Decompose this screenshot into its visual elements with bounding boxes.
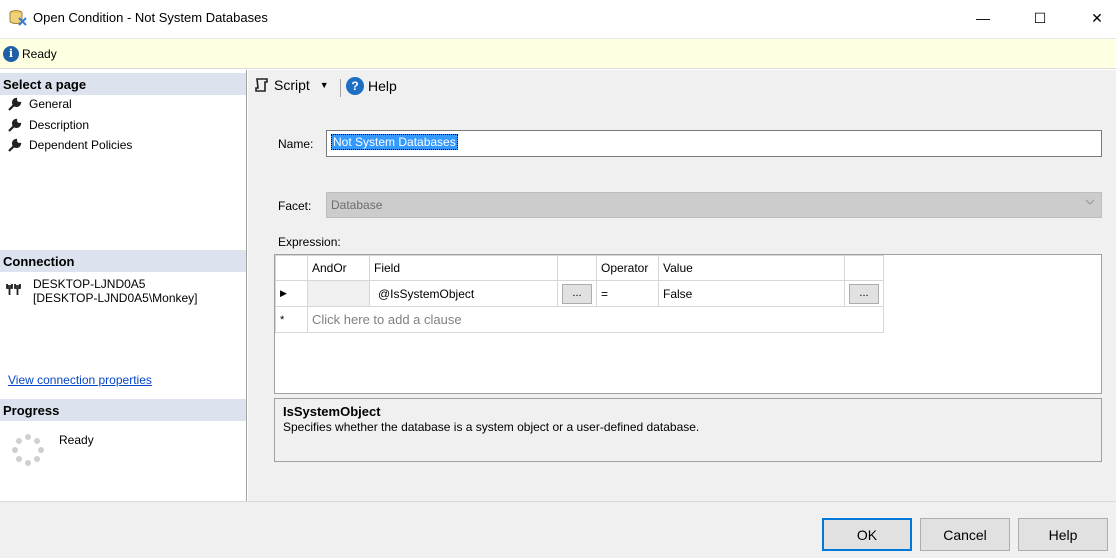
cell-value-btn: ... [844, 280, 884, 307]
description-panel: IsSystemObject Specifies whether the dat… [274, 398, 1102, 462]
expression-label: Expression: [278, 235, 341, 249]
name-value: Not System Databases [331, 134, 458, 150]
help-toolbar-button[interactable]: ? Help [346, 77, 397, 95]
script-button[interactable]: Script ▼ [254, 77, 329, 93]
connection-user: [DESKTOP-LJND0A5\Monkey] [33, 291, 198, 305]
cell-andor[interactable] [307, 280, 370, 307]
connection-info: DESKTOP-LJND0A5 [DESKTOP-LJND0A5\Monkey] [33, 277, 198, 305]
window-title: Open Condition - Not System Databases [33, 10, 268, 25]
cell-operator[interactable]: = [596, 280, 659, 307]
minimize-icon: — [976, 10, 990, 26]
close-icon: ✕ [1091, 9, 1103, 26]
cancel-button[interactable]: Cancel [920, 518, 1010, 551]
table-row[interactable]: ▶ @IsSystemObject ... = False ... [275, 280, 884, 307]
new-row[interactable]: * Click here to add a clause [275, 306, 884, 333]
left-pane: Select a page General Description Depend… [0, 70, 247, 501]
status-text: Ready [22, 47, 57, 61]
status-bar: i Ready [0, 38, 1116, 69]
cell-field-btn: ... [557, 280, 597, 307]
add-clause-cell[interactable]: Click here to add a clause [307, 306, 884, 333]
maximize-button[interactable]: ☐ [1017, 0, 1063, 36]
description-body: Specifies whether the database is a syst… [283, 420, 700, 434]
maximize-icon: ☐ [1033, 9, 1047, 26]
expression-table: AndOr Field Operator Value ▶ @IsSystemOb… [275, 255, 884, 333]
title-bar: Open Condition - Not System Databases — … [0, 0, 1116, 38]
toolbar: Script ▼ ? Help [248, 70, 1116, 104]
view-connection-properties-link[interactable]: View connection properties [8, 373, 152, 387]
progress-spinner-icon [12, 434, 44, 466]
cell-value[interactable]: False [658, 280, 845, 307]
policy-condition-icon [9, 10, 27, 26]
help-label: Help [368, 78, 397, 94]
facet-value: Database [331, 198, 383, 212]
progress-header: Progress [0, 399, 246, 421]
chevron-down-icon: ▼ [319, 80, 329, 90]
page-item-general[interactable]: General [7, 97, 72, 111]
toolbar-separator [340, 79, 341, 97]
wrench-icon [8, 118, 22, 132]
chevron-down-icon [1085, 199, 1095, 205]
page-item-description[interactable]: Description [7, 118, 89, 132]
field-ellipsis-button[interactable]: ... [562, 283, 592, 304]
progress-status: Ready [59, 433, 94, 447]
select-page-header: Select a page [0, 73, 246, 95]
grid-header-row: AndOr Field Operator Value [275, 255, 884, 281]
expression-grid: AndOr Field Operator Value ▶ @IsSystemOb… [274, 254, 1102, 394]
page-item-dependent-policies[interactable]: Dependent Policies [7, 138, 132, 152]
script-icon [255, 78, 268, 92]
name-label: Name: [278, 137, 314, 151]
description-title: IsSystemObject [283, 404, 381, 419]
page-item-label: General [29, 97, 72, 111]
wrench-icon [8, 138, 22, 152]
server-connection-icon [6, 284, 21, 295]
name-field[interactable]: Not System Databases [326, 130, 1102, 157]
ok-button[interactable]: OK [822, 518, 912, 551]
script-label: Script [274, 77, 310, 93]
facet-label: Facet: [278, 199, 312, 213]
header-field-btn [557, 255, 597, 281]
header-field[interactable]: Field [369, 255, 558, 281]
wrench-icon [8, 97, 22, 111]
info-icon: i [3, 46, 19, 62]
value-ellipsis-button[interactable]: ... [849, 283, 879, 304]
page-item-label: Description [29, 118, 90, 132]
header-value[interactable]: Value [658, 255, 845, 281]
cell-field[interactable]: @IsSystemObject [369, 280, 558, 307]
close-button[interactable]: ✕ [1074, 0, 1116, 36]
page-item-label: Dependent Policies [29, 138, 133, 152]
header-andor[interactable]: AndOr [307, 255, 370, 281]
row-header-cell [275, 255, 308, 281]
minimize-button[interactable]: — [960, 0, 1006, 36]
connection-header: Connection [0, 250, 246, 272]
row-indicator: ▶ [275, 280, 308, 307]
header-value-btn [844, 255, 884, 281]
connection-server: DESKTOP-LJND0A5 [33, 277, 146, 291]
help-icon: ? [346, 77, 364, 95]
header-operator[interactable]: Operator [596, 255, 659, 281]
new-row-indicator: * [275, 306, 308, 333]
facet-dropdown[interactable]: Database [326, 192, 1102, 218]
help-button[interactable]: Help [1018, 518, 1108, 551]
